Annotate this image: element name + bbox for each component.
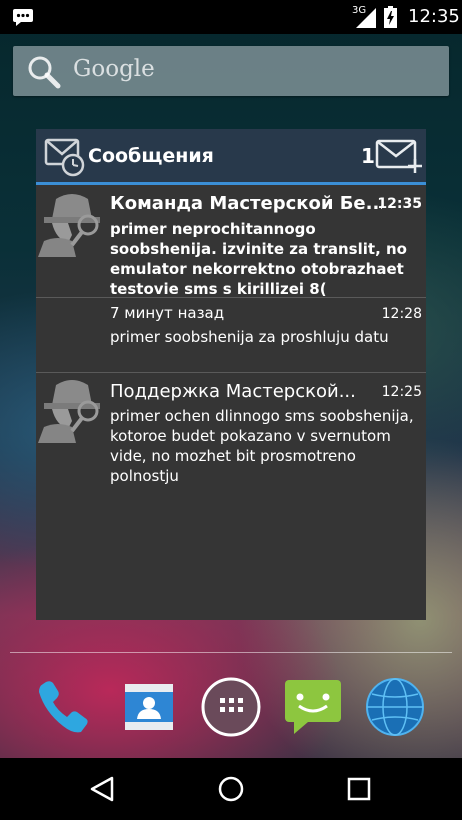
contacts-icon[interactable]	[118, 676, 180, 738]
status-bar: 3G 12:35	[0, 0, 462, 34]
dock-divider	[10, 652, 452, 653]
phone-icon[interactable]	[33, 676, 95, 738]
message-sender: Команда Мастерской Бе...	[110, 193, 382, 214]
battery-charging-icon	[384, 6, 397, 28]
message-item[interactable]: Поддержка Мастерской... 12:25 primer och…	[36, 373, 426, 493]
message-time: 12:28	[381, 306, 422, 322]
messaging-icon	[13, 9, 33, 26]
message-item[interactable]: Команда Мастерской Бе... 12:35 primer ne…	[36, 185, 426, 298]
messaging-app-icon[interactable]	[282, 676, 344, 738]
message-sender: Поддержка Мастерской...	[110, 381, 356, 402]
message-clock-icon[interactable]	[44, 137, 86, 177]
signal-icon	[356, 8, 376, 28]
search-icon	[28, 56, 61, 89]
message-body: primer soobshenija za proshluju datu	[110, 328, 389, 346]
all-apps-icon[interactable]	[200, 676, 262, 738]
message-time: 12:35	[377, 196, 422, 212]
message-sender: 7 минут назад	[110, 304, 225, 322]
google-search-bar[interactable]: Google	[13, 46, 449, 96]
compose-message-icon[interactable]	[375, 135, 423, 175]
widget-header: Сообщения 1	[36, 129, 426, 182]
message-body: primer ochen dlinnogo sms soobshenija, k…	[110, 407, 414, 485]
browser-globe-icon[interactable]	[364, 676, 426, 738]
clock: 12:35	[408, 6, 460, 27]
search-label: Google	[73, 56, 155, 82]
messages-widget: Сообщения 1 Команда Мастерской Бе... 12:…	[36, 129, 426, 620]
message-body: primer neprochitannogo soobshenija. izvi…	[110, 220, 407, 298]
home-icon[interactable]	[216, 774, 246, 804]
widget-title[interactable]: Сообщения	[88, 145, 214, 167]
navigation-bar	[0, 758, 462, 820]
message-time: 12:25	[381, 384, 422, 400]
recents-icon[interactable]	[344, 774, 374, 804]
message-item[interactable]: 7 минут назад 12:28 primer soobshenija z…	[36, 298, 426, 372]
detective-avatar-icon	[38, 380, 100, 443]
unread-count: 1	[361, 144, 375, 168]
back-icon[interactable]	[88, 774, 118, 804]
detective-avatar-icon	[38, 194, 100, 257]
